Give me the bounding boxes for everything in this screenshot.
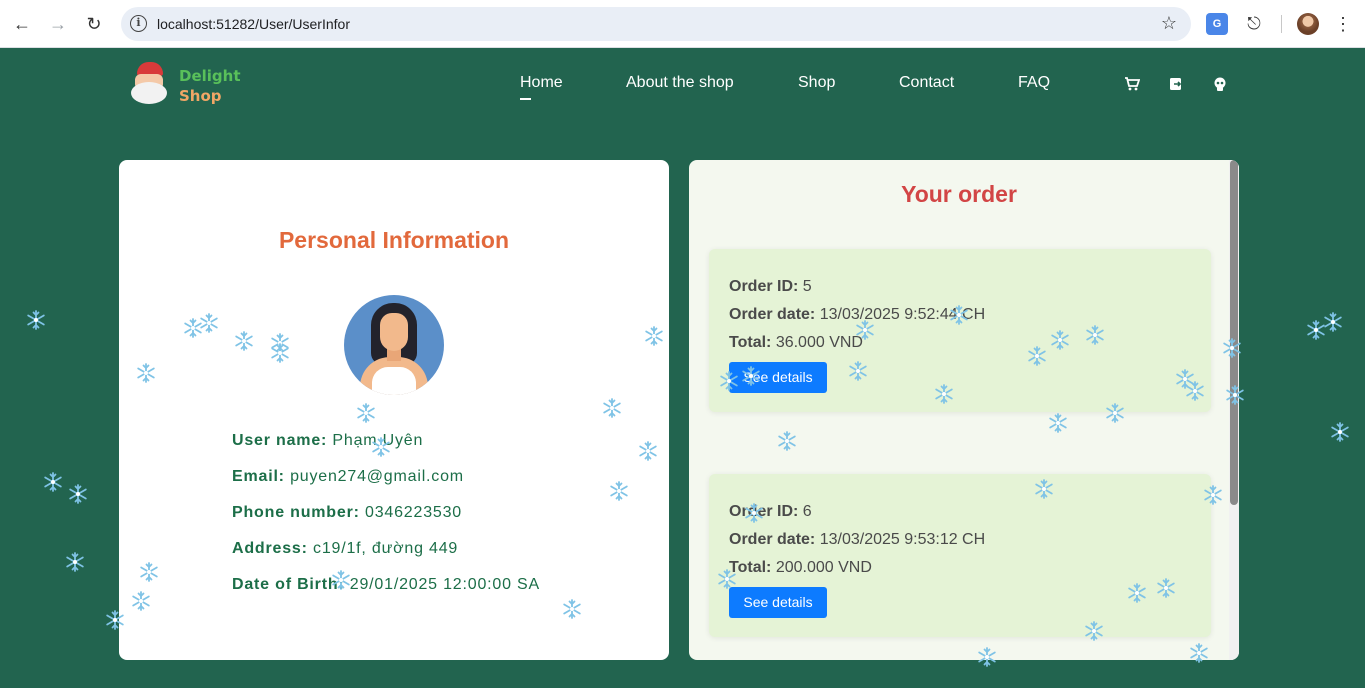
nav-home[interactable]: Home [520,74,563,92]
address-bar[interactable]: i localhost:51282/User/UserInfor ☆ [121,7,1191,41]
info-dob: Date of Birth: 29/01/2025 12:00:00 SA [232,576,540,594]
see-details-button[interactable]: See details [729,587,827,618]
scrollbar-thumb[interactable] [1230,160,1238,505]
logout-icon[interactable] [1168,76,1184,92]
forward-icon[interactable]: → [46,12,70,36]
snowflake-icon [562,599,582,619]
translate-icon[interactable]: G [1206,13,1228,35]
toolbar-divider [1281,15,1282,33]
snowflake-icon [1084,621,1104,641]
nav-shop[interactable]: Shop [798,74,835,92]
user-icon[interactable] [1212,76,1228,92]
url-text[interactable]: localhost:51282/User/UserInfor [157,16,350,32]
personal-info-title: Personal Information [278,227,510,253]
snowflake-icon [1189,643,1209,663]
santa-logo-icon[interactable] [130,62,168,104]
info-value: c19/1f, đường 449 [313,540,459,557]
snowflake-icon [741,366,761,386]
info-label: Phone number: [232,504,360,521]
orders-title: Your order [901,181,1017,207]
personal-info-panel: Personal Information User name: Phạm Uyê… [119,160,669,660]
snowflake-icon [1225,385,1245,405]
info-address: Address: c19/1f, đường 449 [232,540,458,558]
snowflake-icon [609,481,629,501]
browser-toolbar: ← → ↻ i localhost:51282/User/UserInfor ☆… [0,0,1365,48]
info-label: Email: [232,468,285,485]
snowflake-icon [356,403,376,423]
snowflake-icon [934,384,954,404]
order-id: Order ID: 6 [729,503,812,520]
snowflake-icon [139,562,159,582]
snowflake-icon [1085,325,1105,345]
snowflake-icon [977,647,997,667]
snowflake-icon [105,610,125,630]
order-card: Order ID: 5 Order date: 13/03/2025 9:52:… [709,249,1211,412]
snowflake-icon [602,398,622,418]
extensions-icon[interactable]: ⎋ [1243,13,1265,35]
info-label: User name: [232,432,328,449]
nav-about[interactable]: About the shop [626,74,734,92]
nav-contact[interactable]: Contact [899,74,954,92]
snowflake-icon [1323,312,1343,332]
snowflake-icon [719,371,739,391]
profile-avatar [344,295,444,395]
info-label: Address: [232,540,308,557]
reload-icon[interactable]: ↻ [82,12,106,36]
order-card: Order ID: 6 Order date: 13/03/2025 9:53:… [709,474,1211,637]
snowflake-icon [638,441,658,461]
snowflake-icon [1034,479,1054,499]
logo-line-2: Shop [179,87,222,105]
snowflake-icon [65,552,85,572]
snowflake-icon [1105,403,1125,423]
snowflake-icon [1127,583,1147,603]
snowflake-icon [1185,381,1205,401]
snowflake-icon [949,305,969,325]
snowflake-icon [234,331,254,351]
info-value: 0346223530 [365,504,462,521]
site-info-icon[interactable]: i [130,15,147,32]
snowflake-icon [131,591,151,611]
snowflake-icon [270,343,290,363]
snowflake-icon [371,437,391,457]
snowflake-icon [43,472,63,492]
browser-menu-icon[interactable]: ⋮ [1332,13,1354,35]
bookmark-star-icon[interactable]: ☆ [1161,13,1177,34]
snowflake-icon [717,569,737,589]
profile-avatar-icon[interactable] [1297,13,1319,35]
snowflake-icon [1027,346,1047,366]
nav-active-indicator [520,98,531,100]
logo-line-1: Delight [179,67,241,85]
snowflake-icon [855,320,875,340]
back-icon[interactable]: ← [10,12,34,36]
site-logo[interactable]: Delight Shop [179,66,241,106]
snowflake-icon [1203,485,1223,505]
snowflake-icon [26,310,46,330]
order-total: Total: 36.000 VND [729,334,863,351]
snowflake-icon [848,361,868,381]
info-email: Email: puyen274@gmail.com [232,468,464,486]
info-username: User name: Phạm Uyên [232,432,423,450]
snowflake-icon [1222,338,1242,358]
snowflake-icon [331,570,351,590]
snowflake-icon [1048,413,1068,433]
snowflake-icon [199,313,219,333]
snowflake-icon [777,431,797,451]
order-id: Order ID: 5 [729,278,812,295]
order-total: Total: 200.000 VND [729,559,872,576]
info-value: 29/01/2025 12:00:00 SA [349,576,540,593]
orders-scrollbar[interactable] [1229,160,1239,660]
info-phone: Phone number: 0346223530 [232,504,462,522]
snowflake-icon [68,484,88,504]
snowflake-icon [1156,578,1176,598]
nav-faq[interactable]: FAQ [1018,74,1050,92]
snowflake-icon [644,326,664,346]
cart-icon[interactable] [1124,76,1141,92]
snowflake-icon [136,363,156,383]
snowflake-icon [744,503,764,523]
snowflake-icon [1050,330,1070,350]
order-date: Order date: 13/03/2025 9:53:12 CH [729,531,986,548]
snowflake-icon [1330,422,1350,442]
info-label: Date of Birth: [232,576,345,593]
info-value: puyen274@gmail.com [290,468,464,485]
